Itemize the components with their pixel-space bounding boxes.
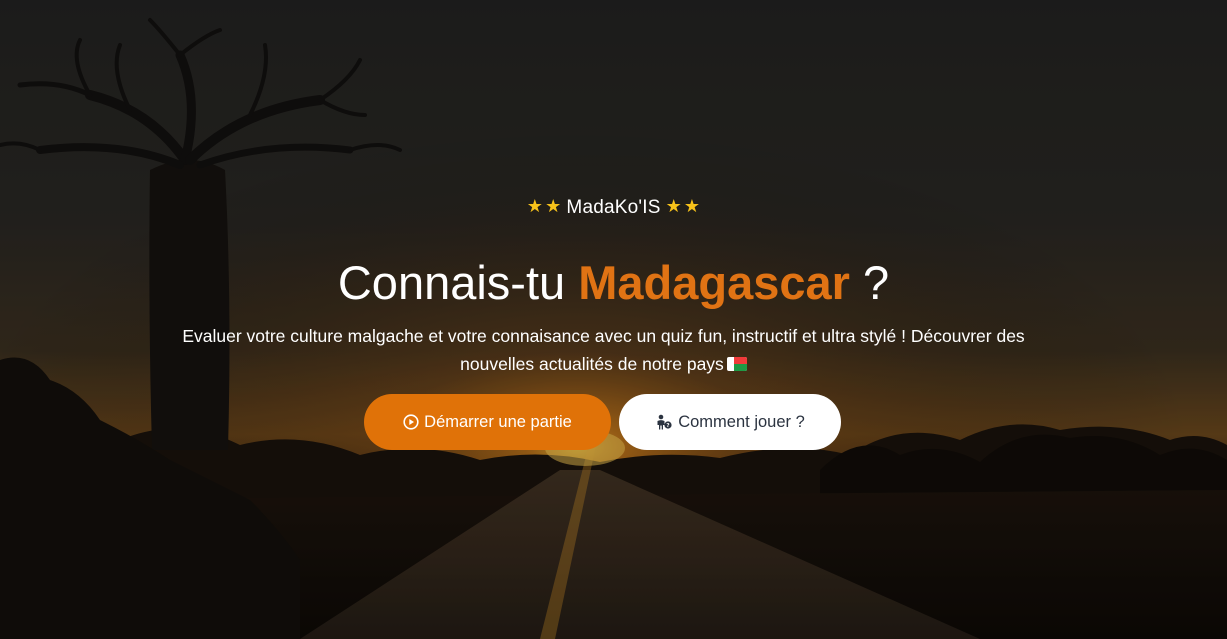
subtitle-text: Evaluer votre culture malgache et votre … [182,326,1025,374]
start-game-button[interactable]: Démarrer une partie [364,394,611,450]
star-icon: ★ [545,196,562,217]
madagascar-flag-icon [726,357,747,371]
svg-text:?: ? [667,423,670,429]
page-title: Connais-tu Madagascar ? [0,254,1227,312]
title-suffix: ? [849,256,890,309]
brand-name: MadaKo'IS [566,197,661,218]
title-accent: Madagascar [578,256,850,309]
person-question-icon: ? [655,414,673,430]
page-subtitle: Evaluer votre culture malgache et votre … [150,322,1057,378]
hero-content: ★ ★ MadaKo'IS ★ ★ Connais-tu Madagascar ? Ev… [0,0,1227,639]
how-to-play-button[interactable]: ? Comment jouer ? [619,394,841,450]
title-prefix: Connais-tu [337,256,579,309]
play-circle-icon [403,414,419,430]
star-icon: ★ [683,196,701,217]
how-to-play-label: Comment jouer ? [678,412,805,431]
brand-tagline: ★ ★ MadaKo'IS ★ ★ [0,196,1227,219]
star-icon: ★ [665,196,682,217]
start-game-label: Démarrer une partie [424,412,572,431]
hero-section: ★ ★ MadaKo'IS ★ ★ Connais-tu Madagascar ? Ev… [0,0,1227,639]
star-icon: ★ [526,196,544,217]
